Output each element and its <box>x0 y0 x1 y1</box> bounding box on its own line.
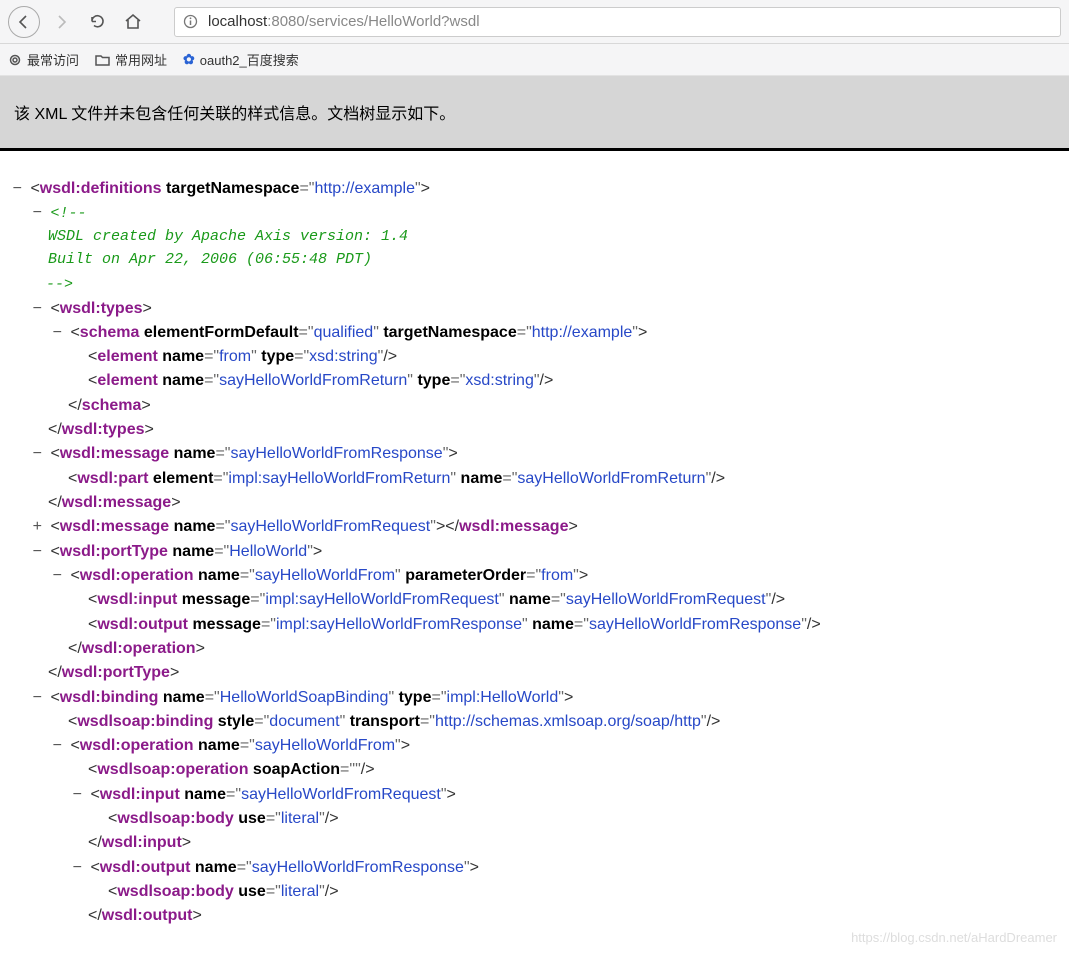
xml-style-banner: 该 XML 文件并未包含任何关联的样式信息。文档树显示如下。 <box>0 76 1069 151</box>
url-text: localhost:8080/services/HelloWorld?wsdl <box>208 13 480 30</box>
xml-comment[interactable]: − <!-- <box>4 201 1065 226</box>
bookmark-common-sites[interactable]: 常用网址 <box>95 50 167 69</box>
collapse-toggle[interactable]: − <box>48 734 62 758</box>
home-icon <box>124 13 142 31</box>
back-button[interactable] <box>8 6 40 38</box>
browser-toolbar: localhost:8080/services/HelloWorld?wsdl <box>0 0 1069 44</box>
xml-node[interactable]: − <wsdl:message name="sayHelloWorldFromR… <box>4 442 1065 466</box>
xml-node[interactable]: − <wsdl:types> <box>4 297 1065 321</box>
xml-tree-view: − <wsdl:definitions targetNamespace="htt… <box>0 151 1069 969</box>
reload-button[interactable] <box>82 7 112 37</box>
xml-node[interactable]: − <wsdl:portType name="HelloWorld"> <box>4 540 1065 564</box>
bookmark-most-visited[interactable]: 最常访问 <box>8 50 79 69</box>
baidu-icon: ✿ <box>183 51 195 68</box>
collapse-toggle[interactable]: − <box>28 201 42 225</box>
xml-node[interactable]: − <wsdl:operation name="sayHelloWorldFro… <box>4 734 1065 758</box>
collapse-toggle[interactable]: − <box>68 856 82 880</box>
xml-node[interactable]: − <schema elementFormDefault="qualified"… <box>4 321 1065 345</box>
xml-node[interactable]: − <wsdl:input name="sayHelloWorldFromReq… <box>4 783 1065 807</box>
xml-comment-line: Built on Apr 22, 2006 (06:55:48 PDT) <box>4 249 1065 272</box>
xml-node[interactable]: <wsdlsoap:body use="literal"/> <box>4 880 1065 904</box>
xml-comment-close: --> <box>4 272 1065 297</box>
info-icon <box>183 14 198 29</box>
bookmark-label: 常用网址 <box>115 50 167 69</box>
xml-node[interactable]: − <wsdl:operation name="sayHelloWorldFro… <box>4 564 1065 588</box>
collapse-toggle[interactable]: − <box>8 177 22 201</box>
xml-node[interactable]: <wsdl:output message="impl:sayHelloWorld… <box>4 613 1065 637</box>
xml-node[interactable]: − <wsdl:binding name="HelloWorldSoapBind… <box>4 686 1065 710</box>
collapse-toggle[interactable]: − <box>28 686 42 710</box>
xml-close: </wsdl:types> <box>4 418 1065 442</box>
home-button[interactable] <box>118 7 148 37</box>
url-input[interactable]: localhost:8080/services/HelloWorld?wsdl <box>174 7 1061 37</box>
xml-node[interactable]: <wsdl:part element="impl:sayHelloWorldFr… <box>4 467 1065 491</box>
collapse-toggle[interactable]: − <box>28 540 42 564</box>
collapse-toggle[interactable]: − <box>28 442 42 466</box>
xml-close: </wsdl:output> <box>4 904 1065 928</box>
xml-node[interactable]: <element name="sayHelloWorldFromReturn" … <box>4 369 1065 393</box>
reload-icon <box>89 13 106 30</box>
collapse-toggle[interactable]: − <box>68 783 82 807</box>
forward-button[interactable] <box>46 7 76 37</box>
arrow-right-icon <box>53 14 69 30</box>
xml-node[interactable]: <wsdlsoap:binding style="document" trans… <box>4 710 1065 734</box>
gear-icon <box>8 53 22 67</box>
xml-close: </wsdl:message> <box>4 491 1065 515</box>
xml-node[interactable]: − <wsdl:definitions targetNamespace="htt… <box>4 177 1065 201</box>
expand-toggle[interactable]: + <box>28 515 42 539</box>
xml-node[interactable]: <wsdlsoap:operation soapAction=""/> <box>4 758 1065 782</box>
xml-node[interactable]: + <wsdl:message name="sayHelloWorldFromR… <box>4 515 1065 539</box>
xml-node[interactable]: − <wsdl:output name="sayHelloWorldFromRe… <box>4 856 1065 880</box>
xml-node[interactable]: <wsdl:input message="impl:sayHelloWorldF… <box>4 588 1065 612</box>
xml-close: </wsdl:portType> <box>4 661 1065 685</box>
watermark: https://blog.csdn.net/aHardDreamer <box>851 930 1057 945</box>
folder-icon <box>95 53 110 66</box>
xml-close: </wsdl:input> <box>4 831 1065 855</box>
collapse-toggle[interactable]: − <box>48 321 62 345</box>
arrow-left-icon <box>16 14 32 30</box>
xml-comment-line: WSDL created by Apache Axis version: 1.4 <box>4 226 1065 249</box>
bookmark-oauth2[interactable]: ✿ oauth2_百度搜索 <box>183 50 299 69</box>
xml-close: </schema> <box>4 394 1065 418</box>
xml-close: </wsdl:operation> <box>4 637 1065 661</box>
xml-node[interactable]: <element name="from" type="xsd:string"/> <box>4 345 1065 369</box>
collapse-toggle[interactable]: − <box>28 297 42 321</box>
xml-node[interactable]: <wsdlsoap:body use="literal"/> <box>4 807 1065 831</box>
bookmark-label: 最常访问 <box>27 50 79 69</box>
collapse-toggle[interactable]: − <box>48 564 62 588</box>
bookmarks-bar: 最常访问 常用网址 ✿ oauth2_百度搜索 <box>0 44 1069 76</box>
bookmark-label: oauth2_百度搜索 <box>200 50 299 69</box>
